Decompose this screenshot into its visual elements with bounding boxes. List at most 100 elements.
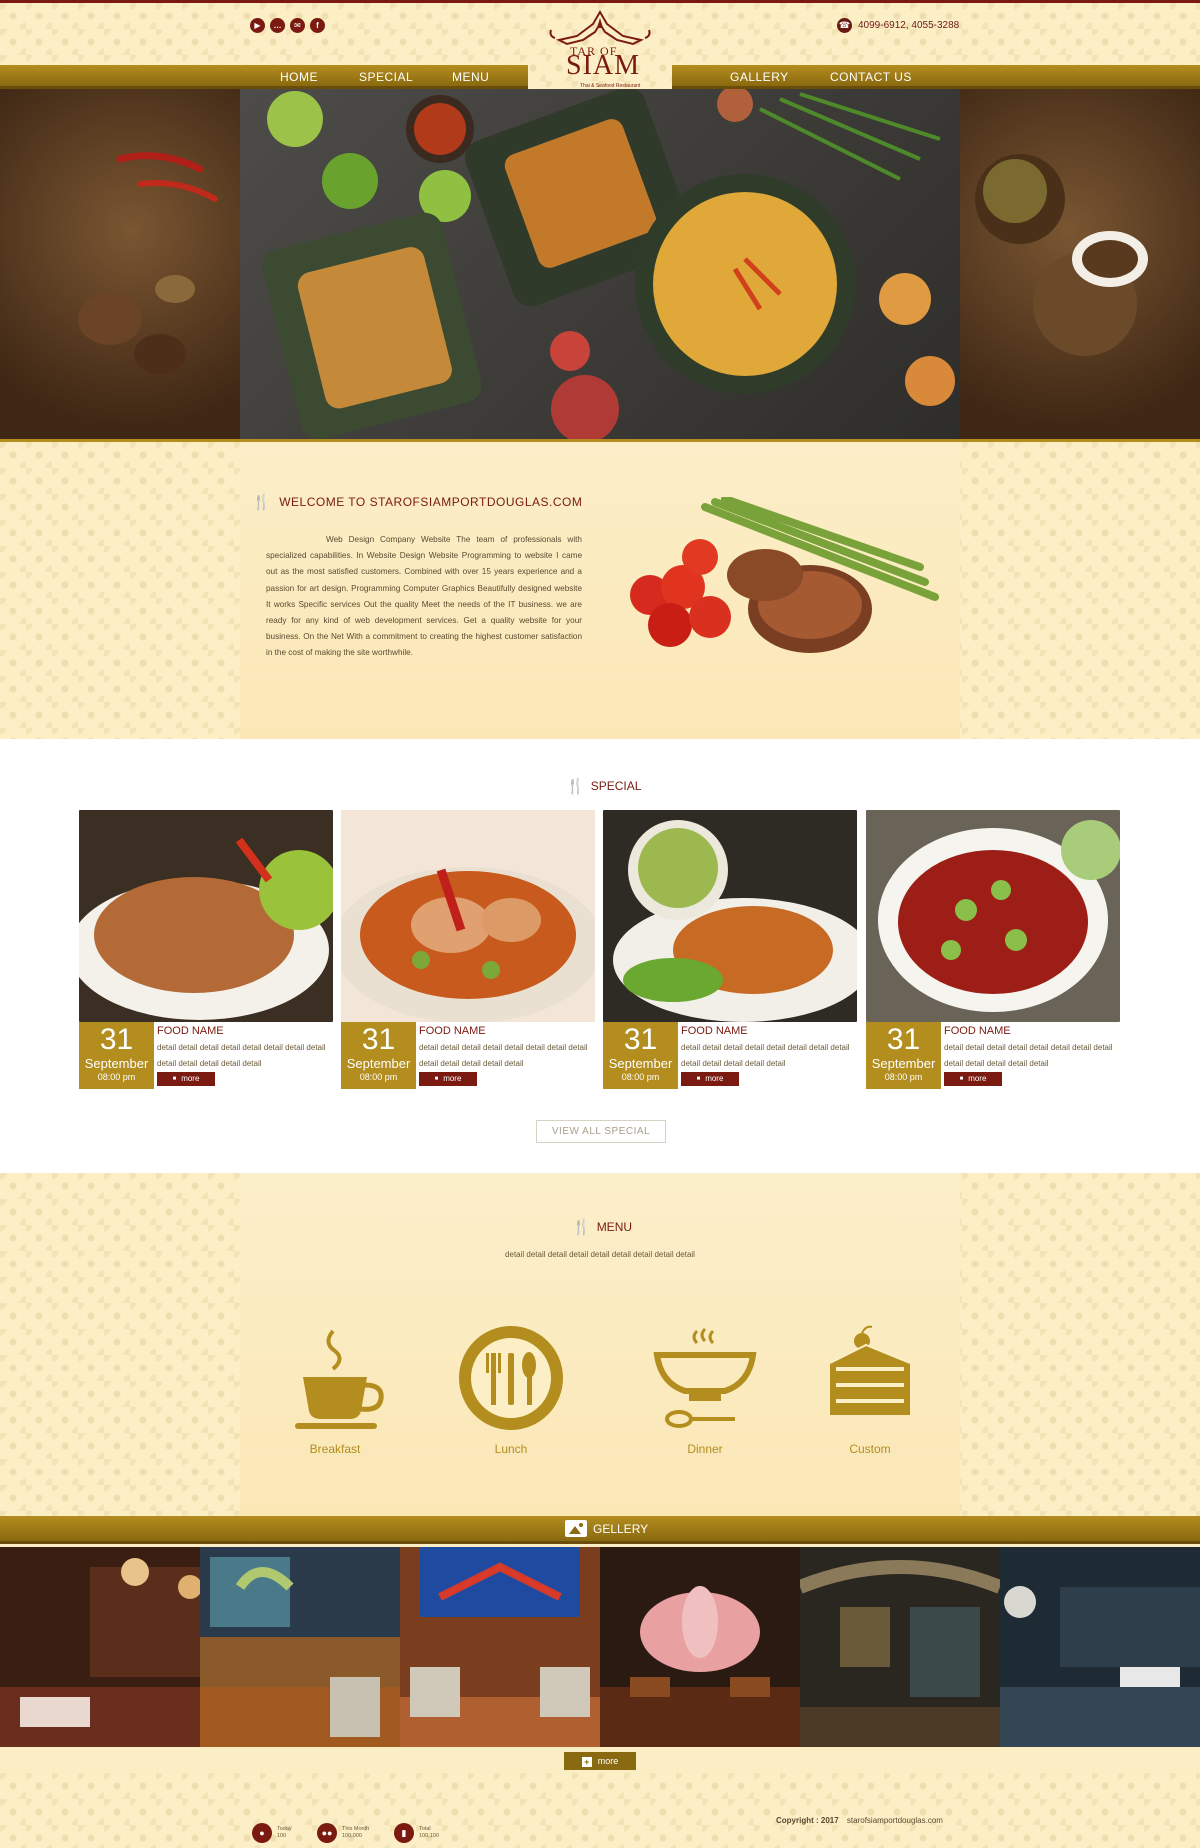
menu-item-label: Breakfast <box>309 1442 361 1456</box>
bar-chart-icon: ▮ <box>394 1823 414 1843</box>
more-button[interactable]: more <box>681 1072 739 1086</box>
menu-item-breakfast[interactable]: Breakfast <box>275 1323 395 1456</box>
food-name: FOOD NAME <box>681 1025 748 1037</box>
copyright: Copyright : 2017 starofsiamportdouglas.c… <box>776 1816 943 1825</box>
date-day: 31 <box>361 1023 396 1056</box>
stat-total: ▮ Total 100,100 <box>394 1823 439 1843</box>
special-card[interactable]: 31 September 08:00 pm FOOD NAME detail d… <box>79 810 333 1089</box>
stat-today: ● Today 100 <box>252 1823 292 1843</box>
special-card[interactable]: 31 September 08:00 pm FOOD NAME detail d… <box>603 810 857 1089</box>
special-card-info: 31 September 08:00 pm FOOD NAME detail d… <box>79 1022 333 1089</box>
special-food-image[interactable] <box>79 810 333 1022</box>
menu-item-dinner[interactable]: Dinner <box>645 1323 765 1456</box>
youtube-icon[interactable]: ▶ <box>250 18 265 33</box>
special-card[interactable]: 31 September 08:00 pm FOOD NAME detail d… <box>341 810 595 1089</box>
special-food-image[interactable] <box>866 810 1120 1022</box>
food-name: FOOD NAME <box>944 1025 1011 1037</box>
gallery-bar: GELLERY <box>0 1516 1200 1544</box>
more-button[interactable]: more <box>419 1072 477 1086</box>
date-time: 08:00 pm <box>359 1072 398 1082</box>
site-logo[interactable]: TAR OF SIAM Thai & Seafood Restaurant <box>528 6 672 92</box>
coffee-cup-icon <box>295 1329 384 1429</box>
phone-number: 4099-6912, 4055-3288 <box>858 20 960 31</box>
special-heading: 🍴 SPECIAL <box>566 777 641 795</box>
stat-value: 100 <box>277 1833 287 1839</box>
special-card-info: 31 September 08:00 pm FOOD NAME detail d… <box>603 1022 857 1089</box>
more-button[interactable]: more <box>944 1072 1002 1086</box>
menu-heading: 🍴 MENU <box>572 1218 632 1236</box>
facebook-icon[interactable]: f <box>310 18 325 33</box>
date-month: September <box>346 1056 411 1071</box>
special-title-text: SPECIAL <box>590 779 642 793</box>
view-all-special-button[interactable]: VIEW ALL SPECIAL <box>536 1120 666 1143</box>
gallery-image[interactable] <box>0 1547 200 1747</box>
hero-banner <box>0 89 1200 442</box>
welcome-section: 🍴 WELCOME TO STAROFSIAMPORTDOUGLAS.COM W… <box>0 442 1200 739</box>
copyright-year: 2017 <box>820 1816 839 1825</box>
date-time: 08:00 pm <box>97 1072 136 1082</box>
gallery-image[interactable] <box>600 1547 800 1747</box>
more-button[interactable]: more <box>157 1072 215 1086</box>
gallery-heading: GELLERY <box>565 1520 648 1537</box>
date-time: 08:00 pm <box>621 1072 660 1082</box>
food-name: FOOD NAME <box>157 1025 224 1037</box>
fork-knife-icon: 🍴 <box>252 494 272 511</box>
date-day: 31 <box>99 1023 134 1056</box>
hero-spices-image <box>0 89 240 442</box>
menu-item-custom[interactable]: Custom <box>810 1323 930 1456</box>
date-month: September <box>871 1056 936 1071</box>
gallery-image[interactable] <box>1000 1547 1200 1747</box>
gallery-more-button[interactable]: + more <box>564 1752 636 1770</box>
menu-subtitle: detail detail detail detail detail detai… <box>505 1250 695 1259</box>
special-card[interactable]: 31 September 08:00 pm FOOD NAME detail d… <box>866 810 1120 1089</box>
copyright-site[interactable]: starofsiamportdouglas.com <box>847 1816 943 1825</box>
nav-menu[interactable]: MENU <box>452 70 489 84</box>
gallery-image[interactable] <box>800 1547 1000 1747</box>
copyright-label: Copyright <box>776 1816 814 1825</box>
fork-knife-icon: 🍴 <box>572 1219 591 1236</box>
menu-item-label: Dinner <box>687 1442 723 1456</box>
welcome-paragraph: Web Design Company Website The team of p… <box>266 535 582 658</box>
nav-special[interactable]: SPECIAL <box>359 70 413 84</box>
gallery-more-label: more <box>597 1756 619 1766</box>
special-card-info: 31 September 08:00 pm FOOD NAME detail d… <box>866 1022 1120 1089</box>
fork-knife-icon: 🍴 <box>566 778 585 795</box>
date-day: 31 <box>623 1023 658 1056</box>
site-footer: ● Today 100 ●● This Month 100,000 ▮ Total 1… <box>0 1773 1200 1848</box>
date-badge: 31 September 08:00 pm <box>79 1022 154 1089</box>
food-detail: detail detail detail detail detail detai… <box>157 1043 326 1068</box>
welcome-steak-image <box>630 497 939 653</box>
bowl-spoon-icon <box>653 1327 757 1428</box>
gallery-image[interactable] <box>400 1547 600 1747</box>
special-card-info: 31 September 08:00 pm FOOD NAME detail d… <box>341 1022 595 1089</box>
nav-left: HOME SPECIAL MENU <box>0 65 528 89</box>
date-month: September <box>608 1056 673 1071</box>
picture-icon <box>565 1520 587 1537</box>
stat-label: Total <box>419 1826 431 1832</box>
food-detail: detail detail detail detail detail detai… <box>681 1043 850 1068</box>
nav-right: GALLERY CONTACT US <box>672 65 1200 89</box>
nav-contact-us[interactable]: CONTACT US <box>830 70 912 84</box>
special-food-image[interactable] <box>341 810 595 1022</box>
cake-icon <box>829 1325 911 1415</box>
nav-gallery[interactable]: GALLERY <box>730 70 789 84</box>
stat-this-month: ●● This Month 100,000 <box>317 1823 369 1843</box>
gallery-strip <box>0 1547 1200 1747</box>
nav-home[interactable]: HOME <box>280 70 318 84</box>
mail-icon[interactable]: ✉ <box>290 18 305 33</box>
special-food-image[interactable] <box>603 810 857 1022</box>
food-name: FOOD NAME <box>419 1025 486 1037</box>
date-day: 31 <box>886 1023 921 1056</box>
welcome-heading: 🍴 WELCOME TO STAROFSIAMPORTDOUGLAS.COM <box>252 493 582 511</box>
hero-food-image <box>240 89 960 442</box>
phone-contact: ☎ 4099-6912, 4055-3288 <box>837 18 959 33</box>
social-links: ▶ … ✉ f <box>250 18 325 33</box>
phone-icon: ☎ <box>837 18 852 33</box>
plus-icon: + <box>581 1757 592 1767</box>
gallery-image[interactable] <box>200 1547 400 1747</box>
welcome-title-text: WELCOME TO STAROFSIAMPORTDOUGLAS.COM <box>279 495 583 509</box>
chat-icon[interactable]: … <box>270 18 285 33</box>
date-badge: 31 September 08:00 pm <box>603 1022 678 1089</box>
menu-item-lunch[interactable]: Lunch <box>451 1323 571 1456</box>
site-header: ▶ … ✉ f ☎ 4099-6912, 4055-3288 HOME SPEC… <box>0 0 1200 89</box>
